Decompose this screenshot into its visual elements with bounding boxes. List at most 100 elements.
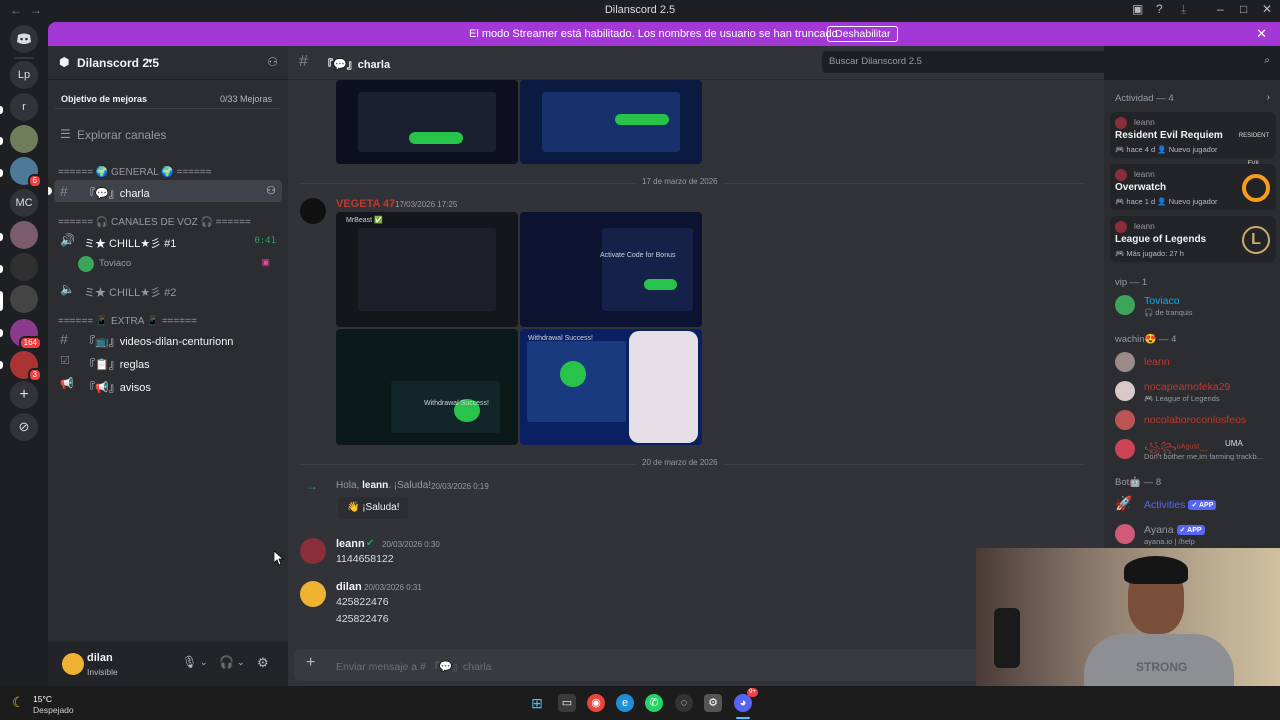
game-logo: RESIDENT EVIL xyxy=(1238,133,1270,167)
channel-reglas[interactable]: ☑ 『📋』reglas xyxy=(54,351,282,373)
search-input[interactable]: Buscar Dilanscord 2.5 ⌕ xyxy=(822,51,1276,73)
channel-charla[interactable]: # 『💬』charla ⚇ xyxy=(48,180,282,202)
whatsapp-icon[interactable]: ✆ xyxy=(645,694,663,712)
download-icon[interactable]: ⤓ xyxy=(1181,2,1186,17)
minimize-icon[interactable]: – xyxy=(1217,2,1224,16)
server-mc[interactable]: MC xyxy=(10,189,38,217)
edge-icon[interactable]: e xyxy=(616,694,634,712)
app-icon[interactable]: ◌ xyxy=(675,694,693,712)
add-server-icon[interactable]: + xyxy=(10,381,38,409)
verified-icon: ✔ xyxy=(366,538,375,549)
server-avatar-7[interactable] xyxy=(10,253,38,281)
avatar[interactable] xyxy=(300,581,326,607)
server-lp[interactable]: Lp xyxy=(10,61,38,89)
close-banner-icon[interactable]: ✕ xyxy=(1256,26,1267,42)
member-item[interactable]: leann xyxy=(1115,348,1275,376)
category-general[interactable]: ====== 🌍 GENERAL 🌍 ====== xyxy=(58,167,212,178)
server-avatar-10[interactable]: 3 xyxy=(10,351,42,382)
avatar[interactable] xyxy=(300,538,326,564)
channel-videos[interactable]: # 『📺』videos-dilan-centurionn xyxy=(54,328,282,350)
chevron-down-icon[interactable]: ⌄ xyxy=(200,657,208,668)
boost-label: Objetivo de mejoras xyxy=(61,94,148,104)
server-name: Dilanscord 2.5 xyxy=(77,56,160,70)
shirt-text: STRONG xyxy=(1136,660,1188,674)
member-item[interactable]: nocolaboroconlosfeos xyxy=(1115,406,1275,434)
server-avatar-9[interactable]: 164 xyxy=(10,319,42,350)
message-author[interactable]: VEGETA 47 xyxy=(336,198,395,210)
discover-compass-icon[interactable]: ⊘ xyxy=(10,413,38,441)
server-shield-icon: ⬢ xyxy=(59,55,70,69)
message-text: 425822476 xyxy=(336,613,389,625)
category-extra[interactable]: ====== 📱 EXTRA 📱 ====== xyxy=(58,316,197,327)
rocket-icon: 🚀 xyxy=(1115,495,1133,511)
server-avatar-6[interactable] xyxy=(10,221,38,249)
mention-badge: 3 xyxy=(27,368,42,382)
role-header-wachin: wachin😍 — 4 xyxy=(1115,334,1177,345)
activity-card[interactable]: leann Resident Evil Requiem 🎮 hace 4 d 👤… xyxy=(1110,112,1276,167)
settings-icon[interactable]: ⚙ xyxy=(704,694,722,712)
rail-divider xyxy=(14,57,34,59)
voice-channel-chill-1[interactable]: 🔊 ミ★ CHILL★彡 #1 0:41 xyxy=(54,230,282,252)
user-avatar[interactable] xyxy=(62,653,84,675)
avatar xyxy=(1115,410,1135,430)
inbox-icon[interactable]: ▣ xyxy=(1132,2,1143,16)
unread-pill xyxy=(0,169,3,177)
add-attachment-icon[interactable]: + xyxy=(306,654,315,672)
welcome-message: Hola, leann. ¡Saluda! xyxy=(336,480,432,491)
help-icon[interactable]: ? xyxy=(1156,2,1163,16)
message-author[interactable]: dilan xyxy=(336,581,362,593)
activity-card[interactable]: leann Overwatch 🎮 hace 1 d 👤 Nuevo jugad… xyxy=(1110,164,1276,210)
image-text: Withdrawal Success! xyxy=(528,335,593,342)
member-item[interactable]: ꧁꧂ᵒᴬᵍᵘˢᵗ... UMA Don't bother me,im farmi… xyxy=(1115,435,1275,463)
voice-channel-chill-2[interactable]: 🔈 ミ★ CHILL★彡 #2 xyxy=(54,279,282,301)
league-logo-icon: L xyxy=(1242,226,1270,254)
task-view-icon[interactable]: ▭ xyxy=(558,694,576,712)
channel-label: 『📢』avisos xyxy=(84,382,151,394)
windows-start-icon[interactable]: ⊞ xyxy=(528,694,546,712)
attachment-image[interactable]: MrBeast ✅ xyxy=(336,212,518,327)
channel-avisos[interactable]: 📢 『📢』avisos xyxy=(54,374,282,396)
channel-label: 『💬』charla xyxy=(84,188,150,200)
server-avatar-3[interactable] xyxy=(10,125,38,153)
close-window-icon[interactable]: ✕ xyxy=(1262,2,1272,16)
create-invite-icon[interactable]: ⚇ xyxy=(266,184,276,197)
member-item[interactable]: Toviaco 🎧 de tranquis xyxy=(1115,291,1275,319)
wave-button[interactable]: 👋 ¡Saluda! xyxy=(338,497,409,519)
attachment-image[interactable] xyxy=(520,80,702,164)
activity-card[interactable]: leann League of Legends 🎮 Más jugado: 27… xyxy=(1110,216,1276,262)
image-text: MrBeast ✅ xyxy=(346,217,383,224)
attachment-image[interactable]: Withdrawal Success! xyxy=(520,329,702,445)
settings-gear-icon[interactable]: ⚙ xyxy=(257,655,269,671)
category-voice[interactable]: ====== 🎧 CANALES DE VOZ 🎧 ====== xyxy=(58,217,251,228)
boost-goal[interactable]: Objetivo de mejoras 0/33 Mejoras xyxy=(55,86,280,109)
headphones-icon[interactable]: 🎧 xyxy=(219,655,234,669)
server-header[interactable]: ⬢ Dilanscord 2.5 ▾ ⚇ xyxy=(48,46,288,80)
member-item[interactable]: Ayana ✓ APP ayana.io | /help xyxy=(1115,520,1275,548)
disable-streamer-button[interactable]: Deshabilitar xyxy=(827,26,899,42)
attachment-image[interactable]: Activate Code for Bonus xyxy=(520,212,702,327)
server-r[interactable]: r xyxy=(10,93,38,121)
chrome-icon[interactable]: ◉ xyxy=(587,694,605,712)
discord-home-icon[interactable] xyxy=(10,25,38,53)
invite-user-icon[interactable]: ⚇ xyxy=(267,55,278,69)
overwatch-logo-icon xyxy=(1242,174,1270,202)
streamer-mode-banner: El modo Streamer está habilitado. Los no… xyxy=(48,22,1280,46)
search-icon: ⌕ xyxy=(1264,55,1270,66)
chevron-right-icon[interactable]: › xyxy=(1267,92,1270,103)
speaker-icon: 🔈 xyxy=(60,282,75,296)
avatar[interactable] xyxy=(300,198,326,224)
attachment-image[interactable] xyxy=(336,80,518,164)
voice-user-toviaco[interactable]: Toviaco ▣ xyxy=(78,254,278,274)
attachment-image[interactable]: Withdrawal Success! xyxy=(336,329,518,445)
maximize-icon[interactable]: □ xyxy=(1240,2,1247,16)
message-author[interactable]: leann xyxy=(336,538,365,550)
discord-taskbar-icon[interactable]: ◕ 9+ xyxy=(734,688,758,712)
member-item[interactable]: 🚀 Activities ✓ APP xyxy=(1115,491,1275,519)
server-avatar-4[interactable]: 6 xyxy=(10,157,42,188)
member-item[interactable]: nocapeamofeka29 🎮 League of Legends xyxy=(1115,377,1275,405)
server-avatar-8[interactable] xyxy=(10,285,38,313)
explore-channels[interactable]: Explorar canales xyxy=(77,128,166,142)
active-app-indicator xyxy=(736,717,750,719)
chevron-down-icon[interactable]: ⌄ xyxy=(237,657,245,668)
microphone-icon[interactable]: 🎙 xyxy=(182,655,197,669)
